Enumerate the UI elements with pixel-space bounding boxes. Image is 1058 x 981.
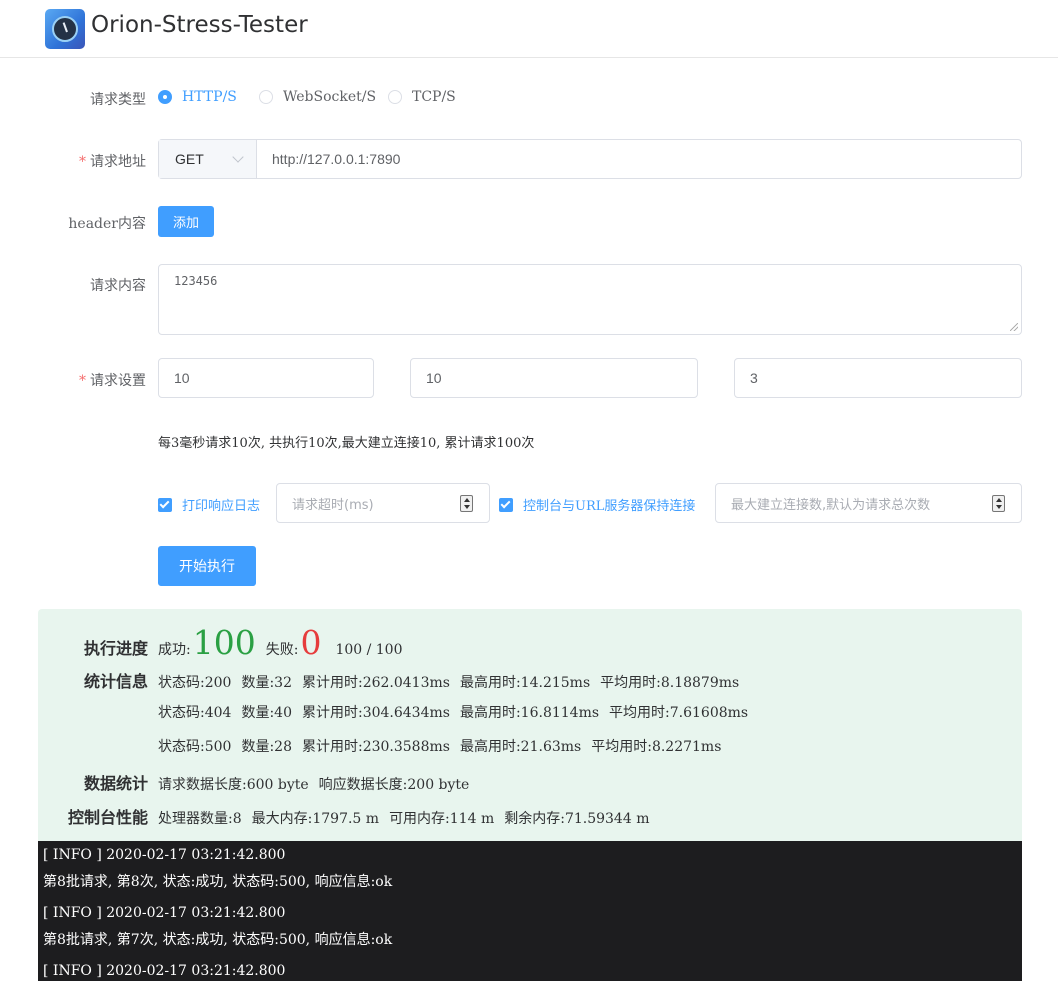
checkbox-checked-icon: [158, 497, 172, 512]
timeout-placeholder: 请求超时(ms): [292, 497, 374, 513]
radio-unchecked-icon: [259, 90, 273, 104]
print-log-label: 打印响应日志: [182, 499, 261, 514]
cpu-count: 处理器数量:8: [158, 811, 242, 827]
method-value: GET: [175, 151, 204, 167]
timeout-input[interactable]: 请求超时(ms): [276, 483, 490, 523]
body-value: 123456: [174, 274, 218, 288]
settings-interval-input[interactable]: 3: [734, 358, 1022, 398]
settings-count-input[interactable]: 10: [158, 358, 374, 398]
radio-unchecked-icon: [388, 90, 402, 104]
status-row: 统计信息 状态码:200 数量:32 累计用时:262.0413ms 最高用时:…: [38, 668, 749, 692]
status-row: 状态码:404 数量:40 累计用时:304.6434ms 最高用时:16.81…: [38, 702, 758, 722]
radio-tcp[interactable]: TCP/S: [388, 89, 456, 105]
max-connections-placeholder: 最大建立连接数,默认为请求总次数: [731, 497, 931, 513]
header-label: header内容: [68, 216, 146, 232]
log-line: 第8批请求, 第8次, 状态:成功, 状态码:500, 响应信息:ok: [43, 874, 393, 890]
chevron-down-icon: [232, 151, 244, 163]
radio-tcp-label: TCP/S: [412, 89, 456, 105]
log-line: 第8批请求, 第7次, 状态:成功, 状态码:500, 响应信息:ok: [43, 932, 393, 948]
perf-row: 控制台性能 处理器数量:8 最大内存:1797.5 m 可用内存:114 m 剩…: [38, 804, 659, 828]
request-length: 请求数据长度:600 byte: [158, 777, 309, 793]
max-connections-input[interactable]: 最大建立连接数,默认为请求总次数: [715, 483, 1022, 523]
status-count: 数量:28: [241, 739, 292, 755]
status-count: 数量:40: [241, 705, 292, 721]
status-total: 累计用时:304.6434ms: [301, 705, 450, 721]
log-line: [ INFO ] 2020-02-17 03:21:42.800: [43, 847, 286, 863]
fail-label: 失败:: [265, 642, 299, 658]
print-log-checkbox[interactable]: 打印响应日志: [158, 495, 260, 514]
stepper-icon[interactable]: [992, 495, 1005, 512]
resize-handle-icon[interactable]: [1010, 323, 1018, 331]
free-memory: 剩余内存:71.59344 m: [504, 811, 650, 827]
status-avg: 平均用时:8.18879ms: [600, 675, 740, 691]
method-select[interactable]: GET: [159, 140, 257, 178]
available-memory: 可用内存:114 m: [389, 811, 495, 827]
radio-websocket[interactable]: WebSocket/S: [259, 89, 376, 105]
status-code: 状态码:200: [158, 675, 232, 691]
progress-text: 100 / 100: [335, 642, 403, 658]
radio-checked-icon: [158, 90, 172, 104]
status-avg: 平均用时:8.2271ms: [591, 739, 722, 755]
status-max: 最高用时:14.215ms: [459, 675, 591, 691]
request-type-label: 请求类型: [90, 92, 146, 108]
radio-websocket-label: WebSocket/S: [283, 89, 377, 105]
status-count: 数量:32: [241, 675, 292, 691]
max-memory: 最大内存:1797.5 m: [251, 811, 380, 827]
progress-label: 执行进度: [83, 639, 148, 658]
keepalive-label: 控制台与URL服务器保持连接: [523, 499, 696, 514]
success-count: 100: [192, 623, 256, 662]
url-label: * 请求地址: [79, 154, 146, 170]
stepper-icon[interactable]: [460, 495, 473, 512]
status-avg: 平均用时:7.61608ms: [609, 705, 749, 721]
status-code: 状态码:404: [158, 705, 232, 721]
keepalive-checkbox[interactable]: 控制台与URL服务器保持连接: [499, 495, 695, 514]
perf-label: 控制台性能: [67, 808, 148, 827]
app-title: Orion-Stress-Tester: [91, 12, 308, 38]
checkbox-checked-icon: [499, 497, 513, 512]
status-row: 状态码:500 数量:28 累计用时:230.3588ms 最高用时:21.63…: [38, 736, 731, 756]
fail-count: 0: [300, 623, 322, 662]
gauge-logo-icon: [45, 9, 85, 49]
start-button[interactable]: 开始执行: [158, 546, 256, 586]
console-log[interactable]: [ INFO ] 2020-02-17 03:21:42.800 第8批请求, …: [38, 841, 1022, 981]
status-total: 累计用时:262.0413ms: [301, 675, 450, 691]
settings-summary: 每3毫秒请求10次, 共执行10次,最大建立连接10, 累计请求100次: [158, 436, 535, 451]
stat-label: 统计信息: [83, 672, 148, 691]
app-header: Orion-Stress-Tester: [0, 0, 1058, 58]
status-max: 最高用时:21.63ms: [459, 739, 582, 755]
url-input-group: GET http://127.0.0.1:7890: [158, 139, 1022, 179]
progress-row: 执行进度 成功: 100 失败: 0 100 / 100: [38, 623, 413, 662]
settings-times-input[interactable]: 10: [410, 358, 698, 398]
stats-panel: 执行进度 成功: 100 失败: 0 100 / 100 统计信息 状态码:20…: [38, 609, 1022, 841]
add-header-button[interactable]: 添加: [158, 206, 214, 237]
data-label: 数据统计: [83, 774, 148, 793]
success-label: 成功:: [158, 642, 191, 658]
status-total: 累计用时:230.3588ms: [301, 739, 450, 755]
data-stat-row: 数据统计 请求数据长度:600 byte 响应数据长度:200 byte: [38, 770, 479, 794]
radio-https-label: HTTP/S: [182, 89, 237, 105]
response-length: 响应数据长度:200 byte: [318, 777, 470, 793]
log-line: [ INFO ] 2020-02-17 03:21:42.800: [43, 905, 286, 921]
url-input[interactable]: http://127.0.0.1:7890: [257, 140, 1021, 178]
status-max: 最高用时:16.8114ms: [459, 705, 600, 721]
body-label: 请求内容: [90, 278, 146, 294]
log-line: [ INFO ] 2020-02-17 03:21:42.800: [43, 963, 286, 979]
body-textarea[interactable]: 123456: [158, 264, 1022, 335]
status-code: 状态码:500: [158, 739, 232, 755]
settings-label: * 请求设置: [79, 373, 146, 389]
radio-https[interactable]: HTTP/S: [158, 89, 237, 105]
